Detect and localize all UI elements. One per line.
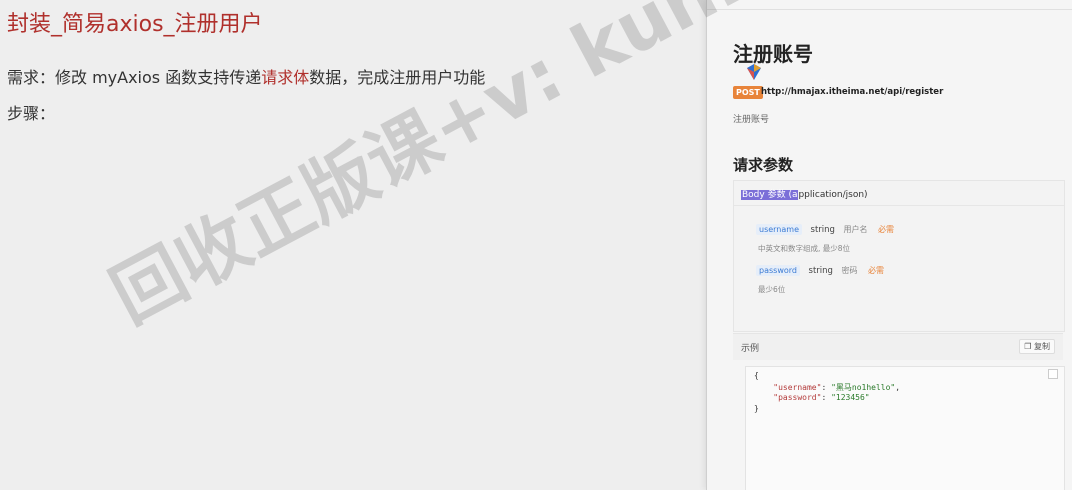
param-row-username: username string 用户名 必需 — [756, 224, 894, 235]
api-url[interactable]: http://hmajax.itheima.net/api/register — [761, 87, 943, 97]
code-value: "黑马no1hello" — [831, 383, 896, 392]
code-value: "123456" — [831, 393, 870, 402]
code-line-password: "password": "123456" — [773, 393, 870, 402]
api-doc-panel: 注册账号 POST http://hmajax.itheima.net/api/… — [706, 0, 1072, 490]
param-type: string — [810, 225, 835, 235]
doc-description: 注册账号 — [733, 115, 770, 125]
code-line-open: { — [754, 371, 759, 380]
param-row-password: password string 密码 必需 — [756, 265, 884, 276]
slide-title: 封装_简易axios_注册用户 — [7, 12, 263, 37]
requirement-text: 需求：修改 myAxios 函数支持传递请求体数据，完成注册用户功能 — [7, 64, 485, 88]
body-params-header: Body 参数 (application/json) — [741, 187, 868, 200]
section-title-request-params: 请求参数 — [733, 156, 794, 174]
copy-icon: ❐ — [1024, 342, 1032, 351]
body-params-box: Body 参数 (application/json) username stri… — [733, 180, 1065, 332]
param-required: 必需 — [878, 225, 895, 234]
body-params-selected-text: Body 参数 (a — [741, 190, 799, 200]
param-label: 用户名 — [843, 225, 868, 234]
divider — [707, 9, 1072, 10]
copy-button[interactable]: ❐ 复制 — [1019, 339, 1055, 354]
param-name: username — [756, 224, 802, 235]
requirement-prefix: 需求：修改 myAxios 函数支持传递 — [7, 68, 262, 87]
example-label: 示例 — [741, 344, 760, 354]
param-desc: 最少6位 — [758, 285, 786, 294]
param-required: 必需 — [868, 266, 885, 275]
body-params-rest-text: pplication/json) — [798, 190, 868, 200]
param-desc: 中英文和数字组成, 最少8位 — [758, 244, 851, 253]
divider — [734, 205, 1064, 206]
param-label: 密码 — [841, 266, 858, 275]
code-line-close: } — [754, 404, 759, 413]
code-scroll-handle[interactable] — [1048, 369, 1058, 379]
code-key: "password" — [773, 393, 822, 402]
code-line-username: "username": "黑马no1hello", — [773, 383, 901, 392]
example-bar: 示例 ❐ 复制 — [733, 333, 1063, 360]
param-name: password — [756, 265, 800, 276]
logo-icon — [747, 64, 761, 80]
code-key: "username" — [773, 383, 822, 392]
code-example[interactable]: { "username": "黑马no1hello", "password": … — [745, 366, 1065, 490]
method-badge: POST — [733, 86, 763, 99]
copy-label: 复制 — [1034, 342, 1050, 351]
requirement-highlight: 请求体 — [261, 68, 310, 87]
param-type: string — [808, 266, 833, 276]
requirement-suffix: 数据，完成注册用户功能 — [309, 68, 486, 87]
steps-label: 步骤： — [7, 104, 56, 123]
